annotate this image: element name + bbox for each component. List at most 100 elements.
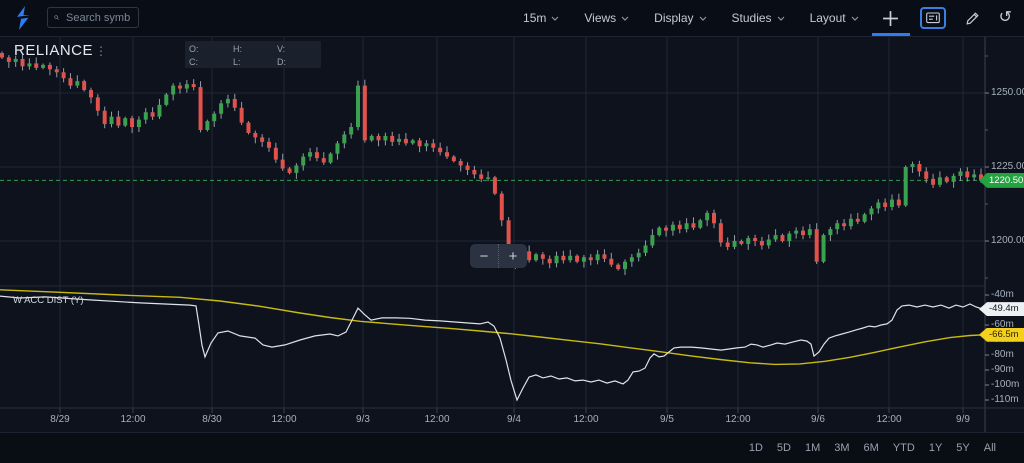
candle-down	[199, 87, 203, 130]
time-axis-label: 12:00	[725, 414, 750, 425]
candle-down	[260, 137, 264, 141]
timeframe-1y[interactable]: 1Y	[929, 442, 942, 454]
timeframe-ytd[interactable]: YTD	[893, 442, 915, 454]
candle-down	[589, 257, 593, 260]
candle-down	[753, 238, 757, 241]
candle-up	[835, 223, 839, 229]
indicator-label: W ACC DIST (Y)	[13, 295, 84, 306]
zoom-control: − +	[470, 244, 527, 268]
ohlc-legend-label: D:	[277, 57, 321, 67]
candle-down	[548, 259, 552, 263]
candle-down	[322, 158, 326, 162]
candle-down	[34, 63, 38, 67]
candle-up	[335, 143, 339, 153]
candle-down	[965, 171, 969, 177]
draw-button[interactable]	[965, 11, 980, 26]
indicator-axis-label: -110m	[991, 394, 1019, 405]
candle-down	[281, 160, 285, 169]
candle-up	[863, 214, 867, 221]
menu-layout[interactable]: Layout	[810, 11, 859, 25]
candle-down	[418, 140, 422, 146]
candle-down	[609, 259, 613, 265]
app-logo-lightning-icon[interactable]	[12, 5, 34, 31]
candle-up	[582, 257, 586, 261]
candle-up	[123, 118, 127, 125]
timeframe-3m[interactable]: 3M	[834, 442, 849, 454]
candle-up	[568, 256, 572, 260]
candle-up	[555, 256, 559, 263]
interval-menu[interactable]: 15m	[523, 11, 559, 25]
candle-down	[801, 231, 805, 235]
ohlc-legend-label: H:	[233, 44, 277, 54]
indicator-line	[0, 296, 985, 400]
timeframe-1d[interactable]: 1D	[749, 442, 763, 454]
ohlc-legend-label: L:	[233, 57, 277, 67]
candle-down	[438, 148, 442, 152]
search-input[interactable]	[64, 11, 132, 25]
candle-down	[493, 177, 497, 193]
candle-up	[808, 229, 812, 235]
candle-down	[48, 65, 52, 69]
candle-up	[767, 240, 771, 246]
refresh-button[interactable]: ↺	[999, 10, 1012, 26]
indicator-ma-value-badge: -66.5m	[979, 328, 1024, 342]
candle-down	[267, 142, 271, 148]
chart-plot-area[interactable]	[0, 36, 1024, 432]
chevron-down-icon	[551, 16, 559, 21]
timeframe-all[interactable]: All	[984, 442, 996, 454]
menu-label: Display	[654, 11, 693, 25]
time-axis-label: 9/4	[507, 414, 521, 425]
add-study-button[interactable]	[881, 8, 901, 28]
candle-up	[486, 177, 490, 178]
candle-up	[14, 59, 18, 62]
zoom-in-button[interactable]: +	[498, 244, 527, 268]
candle-down	[541, 254, 545, 258]
candle-down	[883, 203, 887, 207]
ohlc-legend-label: C:	[189, 57, 233, 67]
candle-down	[233, 99, 237, 108]
menu-views[interactable]: Views	[584, 11, 629, 25]
toolbar: 15m Views Display Studies Layout	[0, 0, 1024, 37]
candle-up	[938, 177, 942, 184]
candle-down	[575, 256, 579, 262]
candle-up	[144, 112, 148, 119]
candle-up	[733, 241, 737, 247]
symbol-search-box[interactable]	[47, 7, 139, 28]
candle-up	[698, 220, 702, 227]
timeframe-1m[interactable]: 1M	[805, 442, 820, 454]
annotation-panel-button[interactable]	[920, 7, 946, 29]
candle-down	[82, 81, 86, 90]
candle-down	[68, 78, 72, 85]
symbol-kebab-menu-icon[interactable]: ⋮	[95, 44, 107, 58]
candle-down	[7, 57, 11, 61]
bottom-bar: 1D 5D 1M 3M 6M YTD 1Y 5Y All	[0, 432, 1024, 463]
chevron-down-icon	[777, 16, 785, 21]
candle-up	[890, 200, 894, 207]
candle-up	[212, 114, 216, 121]
candle-down	[0, 53, 4, 57]
menu-display[interactable]: Display	[654, 11, 706, 25]
candle-up	[596, 254, 600, 260]
candle-up	[869, 208, 873, 214]
menu-studies[interactable]: Studies	[732, 11, 785, 25]
indicator-axis-label: -80m	[991, 349, 1014, 360]
toolbar-icons: ↺	[881, 7, 1012, 29]
time-axis-label: 9/5	[660, 414, 674, 425]
candle-up	[637, 253, 641, 257]
zoom-out-button[interactable]: −	[470, 244, 498, 268]
timeframe-5y[interactable]: 5Y	[956, 442, 969, 454]
candle-up	[301, 157, 305, 166]
candle-down	[527, 251, 531, 260]
time-axis-label: 12:00	[120, 414, 145, 425]
candle-down	[739, 241, 743, 244]
candle-down	[842, 223, 846, 226]
timeframe-5d[interactable]: 5D	[777, 442, 791, 454]
candle-up	[705, 213, 709, 220]
candle-down	[897, 200, 901, 206]
candle-up	[534, 254, 538, 260]
timeframe-6m[interactable]: 6M	[864, 442, 879, 454]
candle-down	[726, 242, 730, 246]
candle-up	[746, 238, 750, 244]
candle-up	[157, 105, 161, 117]
time-axis-label: 8/30	[202, 414, 221, 425]
